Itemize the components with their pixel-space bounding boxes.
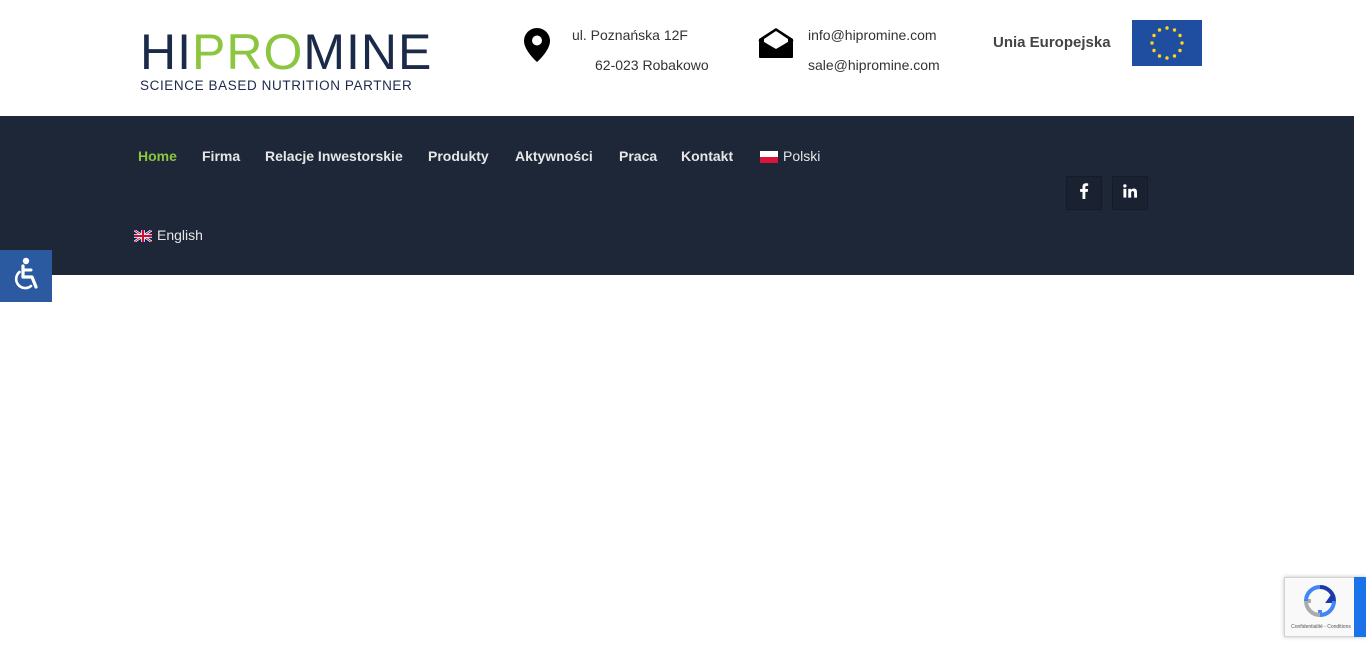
- main-navigation: Home Firma Relacje Inwestorskie Produkty…: [0, 116, 1354, 275]
- language-polski[interactable]: Polski: [760, 148, 820, 164]
- nav-item-relacje-inwestorskie[interactable]: Relacje Inwestorskie: [265, 148, 403, 164]
- accessibility-toolbar-button[interactable]: [0, 250, 52, 302]
- eu-star: [1165, 56, 1169, 60]
- language-english[interactable]: English: [133, 227, 203, 243]
- flag-uk-icon: [133, 229, 153, 243]
- email-sale-link[interactable]: sale@hipromine.com: [808, 57, 940, 73]
- eu-star: [1150, 41, 1154, 45]
- language-english-label: English: [157, 227, 203, 243]
- site-header: HIPROMINE SCIENCE BASED NUTRITION PARTNE…: [0, 0, 1366, 116]
- nav-item-kontakt[interactable]: Kontakt: [681, 148, 733, 164]
- address-line-2: 62-023 Robakowo: [595, 57, 709, 73]
- facebook-icon: [1079, 182, 1089, 204]
- email-block: info@hipromine.com sale@hipromine.com: [756, 25, 956, 85]
- eu-label: Unia Europejska: [993, 34, 1111, 51]
- flag-poland-icon: [760, 150, 778, 163]
- address-block: ul. Poznańska 12F 62-023 Robakowo: [520, 25, 720, 85]
- eu-star: [1172, 54, 1177, 58]
- eu-star: [1172, 28, 1177, 32]
- language-polski-label: Polski: [783, 148, 821, 164]
- recaptcha-logo-icon: [1303, 584, 1337, 623]
- nav-item-praca[interactable]: Praca: [619, 148, 657, 164]
- logo-tagline: SCIENCE BASED NUTRITION PARTNER: [140, 78, 413, 93]
- eu-star: [1152, 48, 1156, 53]
- nav-item-produkty[interactable]: Produkty: [428, 148, 489, 164]
- eu-star: [1165, 26, 1169, 30]
- recaptcha-links[interactable]: Confidentialité - Conditions: [1288, 624, 1354, 630]
- eu-star: [1157, 54, 1162, 58]
- eu-funding-badge[interactable]: Unia Europejska: [993, 20, 1203, 66]
- address-line-1: ul. Poznańska 12F: [572, 27, 688, 43]
- nav-item-firma[interactable]: Firma: [202, 148, 240, 164]
- envelope-open-icon: [758, 27, 794, 64]
- eu-star: [1157, 28, 1162, 32]
- nav-item-home[interactable]: Home: [138, 148, 177, 164]
- logo-wordmark: HIPROMINE: [140, 24, 433, 80]
- eu-star: [1180, 41, 1184, 45]
- recaptcha-tab: [1354, 577, 1366, 637]
- eu-flag-icon: [1132, 20, 1202, 66]
- eu-star: [1152, 33, 1156, 38]
- email-info-link[interactable]: info@hipromine.com: [808, 27, 937, 43]
- linkedin-icon: [1123, 183, 1137, 203]
- eu-star: [1178, 33, 1182, 38]
- facebook-button[interactable]: [1066, 176, 1102, 210]
- map-pin-icon: [524, 28, 550, 67]
- eu-star: [1178, 48, 1182, 53]
- site-logo[interactable]: HIPROMINE SCIENCE BASED NUTRITION PARTNE…: [140, 24, 440, 93]
- accessibility-icon: [9, 257, 43, 296]
- linkedin-button[interactable]: [1112, 176, 1148, 210]
- nav-item-aktywnosci[interactable]: Aktywności: [515, 148, 593, 164]
